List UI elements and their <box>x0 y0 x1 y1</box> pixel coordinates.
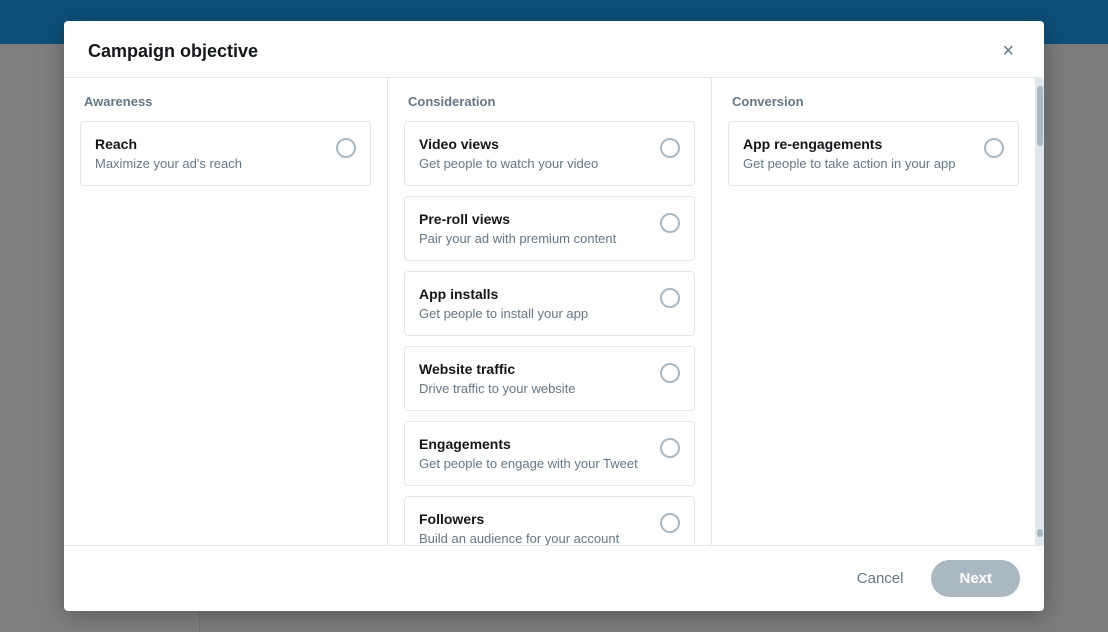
objective-name-pre-roll: Pre-roll views <box>419 211 650 227</box>
objective-desc-app-installs: Get people to install your app <box>419 306 650 321</box>
objective-card-reach[interactable]: Reach Maximize your ad's reach <box>80 121 371 186</box>
radio-video-views[interactable] <box>660 138 680 158</box>
objective-card-app-installs[interactable]: App installs Get people to install your … <box>404 271 695 336</box>
scrollbar-track[interactable] <box>1036 78 1044 545</box>
scrollbar-thumb-bottom <box>1037 529 1043 537</box>
cancel-button[interactable]: Cancel <box>841 562 920 595</box>
awareness-column: Awareness Reach Maximize your ad's reach <box>64 78 388 545</box>
consideration-column: Consideration Video views Get people to … <box>388 78 712 545</box>
radio-pre-roll[interactable] <box>660 213 680 233</box>
radio-followers[interactable] <box>660 513 680 533</box>
objective-name-reach: Reach <box>95 136 326 152</box>
objective-desc-website-traffic: Drive traffic to your website <box>419 381 650 396</box>
objective-desc-app-re-engagements: Get people to take action in your app <box>743 156 974 171</box>
objective-card-followers[interactable]: Followers Build an audience for your acc… <box>404 496 695 545</box>
objective-card-app-re-engagements[interactable]: App re-engagements Get people to take ac… <box>728 121 1019 186</box>
conversion-column-title: Conversion <box>728 94 1019 109</box>
scrollbar-thumb-top <box>1037 86 1043 146</box>
objective-name-video-views: Video views <box>419 136 650 152</box>
next-button[interactable]: Next <box>931 560 1020 597</box>
objective-desc-reach: Maximize your ad's reach <box>95 156 326 171</box>
modal-overlay: Campaign objective × Awareness Reach Max… <box>0 0 1108 632</box>
objective-card-engagements[interactable]: Engagements Get people to engage with yo… <box>404 421 695 486</box>
radio-engagements[interactable] <box>660 438 680 458</box>
objective-name-app-re-engagements: App re-engagements <box>743 136 974 152</box>
modal-header: Campaign objective × <box>64 21 1044 78</box>
radio-website-traffic[interactable] <box>660 363 680 383</box>
radio-reach[interactable] <box>336 138 356 158</box>
campaign-objective-modal: Campaign objective × Awareness Reach Max… <box>64 21 1044 611</box>
radio-app-re-engagements[interactable] <box>984 138 1004 158</box>
conversion-column: Conversion App re-engagements Get people… <box>712 78 1036 545</box>
modal-body: Awareness Reach Maximize your ad's reach… <box>64 78 1044 545</box>
close-button[interactable]: × <box>996 39 1020 63</box>
objective-name-followers: Followers <box>419 511 650 527</box>
objective-card-pre-roll[interactable]: Pre-roll views Pair your ad with premium… <box>404 196 695 261</box>
objective-name-website-traffic: Website traffic <box>419 361 650 377</box>
consideration-column-title: Consideration <box>404 94 695 109</box>
modal-footer: Cancel Next <box>64 545 1044 611</box>
objective-desc-engagements: Get people to engage with your Tweet <box>419 456 650 471</box>
objective-card-video-views[interactable]: Video views Get people to watch your vid… <box>404 121 695 186</box>
awareness-column-title: Awareness <box>80 94 371 109</box>
objective-card-website-traffic[interactable]: Website traffic Drive traffic to your we… <box>404 346 695 411</box>
objective-name-app-installs: App installs <box>419 286 650 302</box>
objective-desc-pre-roll: Pair your ad with premium content <box>419 231 650 246</box>
radio-app-installs[interactable] <box>660 288 680 308</box>
modal-title: Campaign objective <box>88 41 258 62</box>
objective-desc-video-views: Get people to watch your video <box>419 156 650 171</box>
objective-desc-followers: Build an audience for your account <box>419 531 650 545</box>
objective-name-engagements: Engagements <box>419 436 650 452</box>
